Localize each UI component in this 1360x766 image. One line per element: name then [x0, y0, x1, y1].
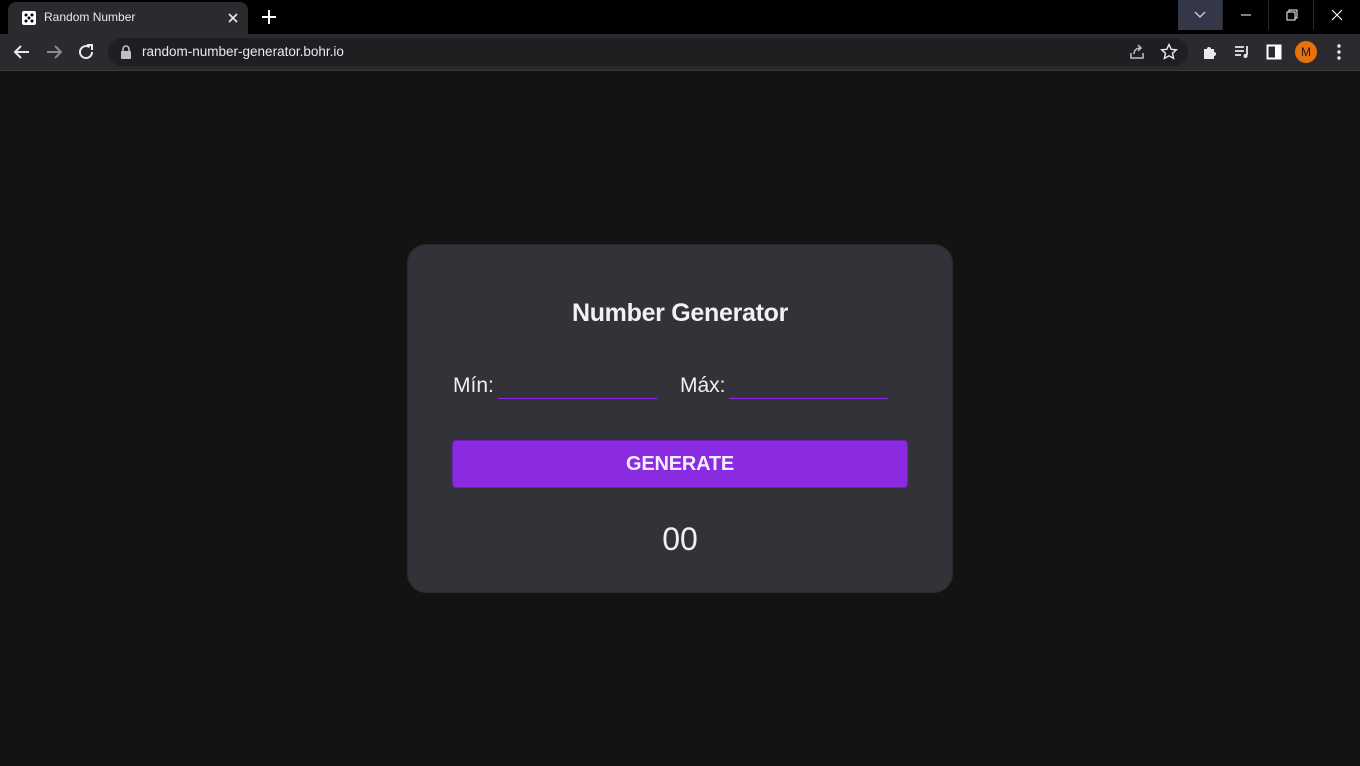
close-tab-icon[interactable]: [226, 11, 240, 25]
side-panel-icon: [1266, 44, 1282, 60]
url-text: random-number-generator.bohr.io: [142, 44, 344, 59]
arrow-left-icon: [13, 45, 29, 59]
min-label: Mín:: [453, 374, 494, 397]
minimize-button[interactable]: [1224, 0, 1268, 30]
minimize-icon: [1241, 14, 1251, 16]
media-control-button[interactable]: [1232, 42, 1252, 62]
reload-icon: [79, 44, 94, 60]
arrow-right-icon: [47, 45, 63, 59]
tab-title: Random Number: [44, 10, 136, 24]
share-icon[interactable]: [1128, 43, 1146, 61]
tab-search-button[interactable]: [1178, 0, 1222, 30]
max-input[interactable]: [729, 376, 888, 399]
close-icon: [1331, 9, 1343, 21]
lock-icon: [121, 45, 131, 59]
browser-tabstrip: Random Number: [0, 0, 1360, 34]
new-tab-icon[interactable]: [260, 8, 278, 26]
kebab-menu-icon: [1337, 44, 1341, 60]
side-panel-button[interactable]: [1264, 42, 1284, 62]
chevron-down-icon: [1194, 11, 1206, 18]
close-window-button[interactable]: [1315, 0, 1359, 30]
dice-icon: [22, 11, 36, 25]
playlist-icon: [1235, 46, 1248, 58]
bookmark-star-icon[interactable]: [1160, 43, 1178, 61]
min-input[interactable]: [498, 376, 657, 399]
browser-tab[interactable]: Random Number: [8, 2, 248, 34]
extensions-button[interactable]: [1200, 42, 1220, 62]
forward-button[interactable]: [44, 42, 64, 62]
profile-avatar[interactable]: M: [1295, 41, 1317, 63]
puzzle-icon: [1204, 47, 1216, 59]
max-label: Máx:: [680, 374, 726, 397]
address-bar[interactable]: random-number-generator.bohr.io: [108, 38, 1188, 66]
back-button[interactable]: [12, 42, 32, 62]
result-number: 00: [662, 521, 698, 557]
browser-toolbar: random-number-generator.bohr.io M: [0, 34, 1360, 71]
reload-button[interactable]: [76, 42, 96, 62]
browser-menu-button[interactable]: [1329, 42, 1349, 62]
generate-button[interactable]: GENERATE: [452, 440, 908, 488]
restore-button[interactable]: [1270, 0, 1314, 30]
page-title: Number Generator: [571, 299, 789, 327]
restore-icon: [1286, 9, 1298, 21]
